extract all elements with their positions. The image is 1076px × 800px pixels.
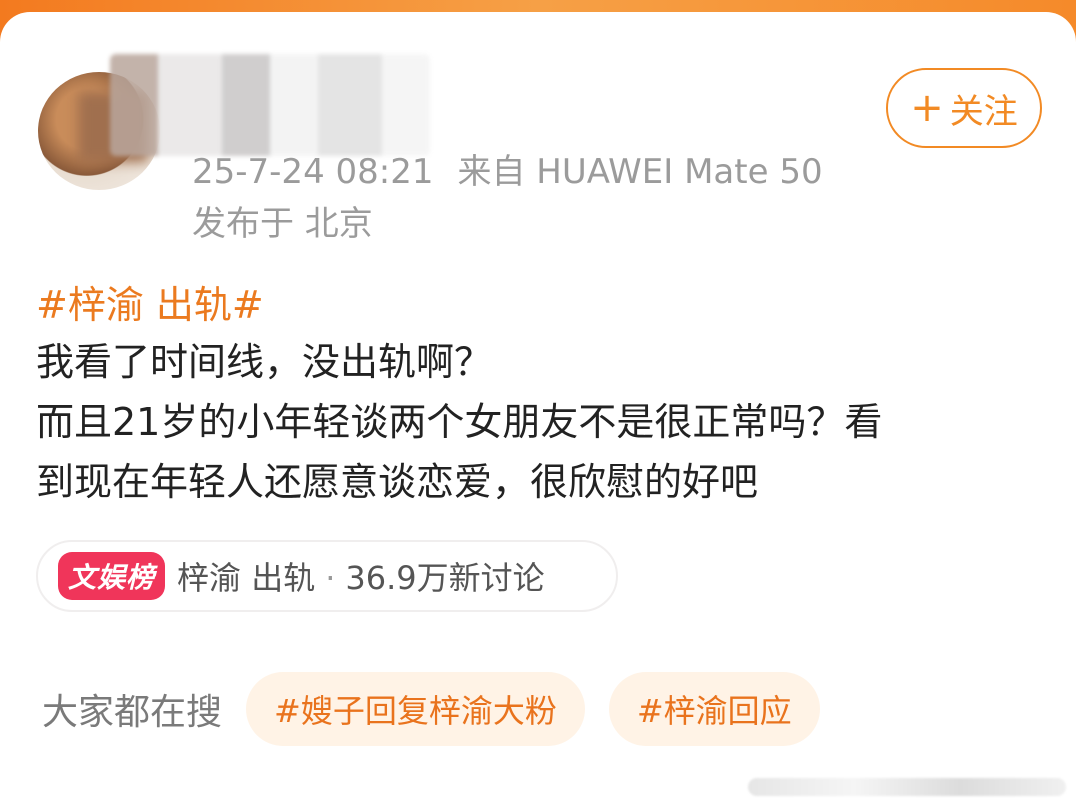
post-body-line: 我看了时间线，没出轨啊？: [36, 340, 493, 384]
post-body-line: 到现在年轻人还愿意谈恋爱，很欣慰的好吧: [36, 460, 759, 504]
blurred-watermark: [748, 778, 1066, 796]
blurred-username: [110, 54, 430, 156]
trending-topic-card[interactable]: 文娱榜 梓渝 出轨 · 36.9万新讨论: [36, 540, 618, 612]
hot-search-label: 大家都在搜: [42, 692, 223, 733]
discussion-count: 36.9万新讨论: [345, 559, 545, 597]
post-timestamp: 25-7-24 08:21: [192, 152, 434, 192]
post-location: 发布于 北京: [192, 204, 373, 244]
trending-topic-text: 梓渝 出轨 · 36.9万新讨论: [177, 553, 545, 599]
post-hashtag-link[interactable]: #梓渝 出轨#: [36, 274, 264, 329]
separator-dot: ·: [325, 559, 336, 597]
hot-search-row: 大家都在搜 #嫂子回复梓渝大粉 #梓渝回应: [42, 672, 844, 746]
post-body-line: 而且21岁的小年轻谈两个女朋友不是很正常吗？看: [36, 400, 883, 444]
post-body: 我看了时间线，没出轨啊？ 而且21岁的小年轻谈两个女朋友不是很正常吗？看 到现在…: [36, 332, 1046, 512]
hot-search-tag[interactable]: #梓渝回应: [608, 672, 820, 746]
plus-icon: +: [910, 85, 944, 131]
trending-topic-title: 梓渝 出轨: [177, 559, 316, 597]
follow-button[interactable]: + 关注: [886, 68, 1042, 148]
post-meta: 25-7-24 08:21 来自 HUAWEI Mate 50: [192, 144, 847, 193]
entertainment-rank-badge: 文娱榜: [58, 552, 166, 600]
post-source: 来自 HUAWEI Mate 50: [457, 152, 823, 192]
hot-search-tag[interactable]: #嫂子回复梓渝大粉: [246, 672, 585, 746]
post-card: 25-7-24 08:21 来自 HUAWEI Mate 50 发布于 北京 + …: [0, 12, 1076, 800]
follow-label: 关注: [949, 91, 1018, 132]
